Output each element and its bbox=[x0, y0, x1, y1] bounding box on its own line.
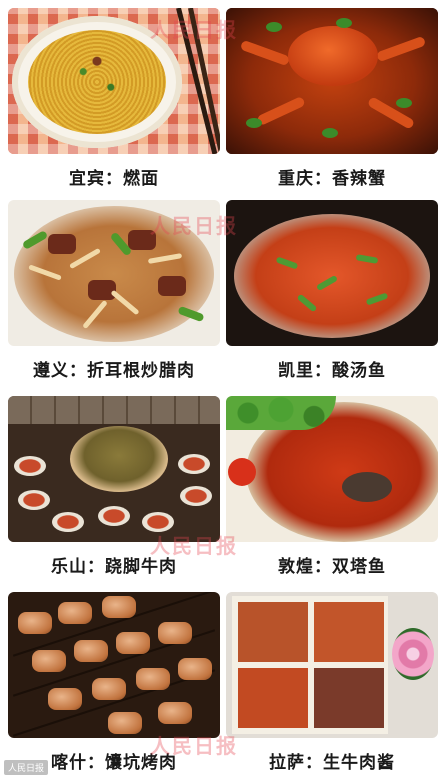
dish-photo-stirfry bbox=[8, 200, 220, 346]
dish-photo-fish-hotpot bbox=[226, 396, 438, 542]
dish-card-yibin[interactable]: 宜宾：燃面 bbox=[8, 8, 220, 198]
dish-photo-kebabs bbox=[8, 592, 220, 738]
dish-caption: 宜宾：燃面 bbox=[69, 169, 159, 189]
dish-card-dunhuang[interactable]: 敦煌：双塔鱼 bbox=[226, 396, 438, 586]
dish-caption: 重庆：香辣蟹 bbox=[278, 169, 386, 189]
dish-card-leshan[interactable]: 乐山：跷脚牛肉 bbox=[8, 396, 220, 586]
dish-photo-sour-fish-soup bbox=[226, 200, 438, 346]
source-logo: 人民日报 bbox=[4, 760, 49, 775]
dish-card-zunyi[interactable]: 遵义：折耳根炒腊肉 bbox=[8, 200, 220, 390]
dish-card-chongqing[interactable]: 重庆：香辣蟹 bbox=[226, 8, 438, 198]
dish-card-lhasa[interactable]: 拉萨：生牛肉酱 bbox=[226, 592, 438, 782]
dish-photo-crab bbox=[226, 8, 438, 154]
dish-caption: 遵义：折耳根炒腊肉 bbox=[33, 361, 195, 381]
dish-photo-beef-hotpot bbox=[8, 396, 220, 542]
dish-caption: 乐山：跷脚牛肉 bbox=[51, 557, 177, 577]
dish-photo-beef-paste bbox=[226, 592, 438, 738]
dish-caption: 拉萨：生牛肉酱 bbox=[269, 753, 395, 773]
dish-photo-noodles bbox=[8, 8, 220, 154]
food-grid: 宜宾：燃面 重庆：香辣蟹 遵义：折耳根炒腊肉 凯里：酸汤鱼 乐山：跷脚牛肉 敦煌… bbox=[0, 0, 441, 780]
dish-card-kaili[interactable]: 凯里：酸汤鱼 bbox=[226, 200, 438, 390]
dish-card-kashgar[interactable]: 喀什：馕坑烤肉 bbox=[8, 592, 220, 782]
dish-caption: 凯里：酸汤鱼 bbox=[278, 361, 386, 381]
dish-caption: 敦煌：双塔鱼 bbox=[278, 557, 386, 577]
